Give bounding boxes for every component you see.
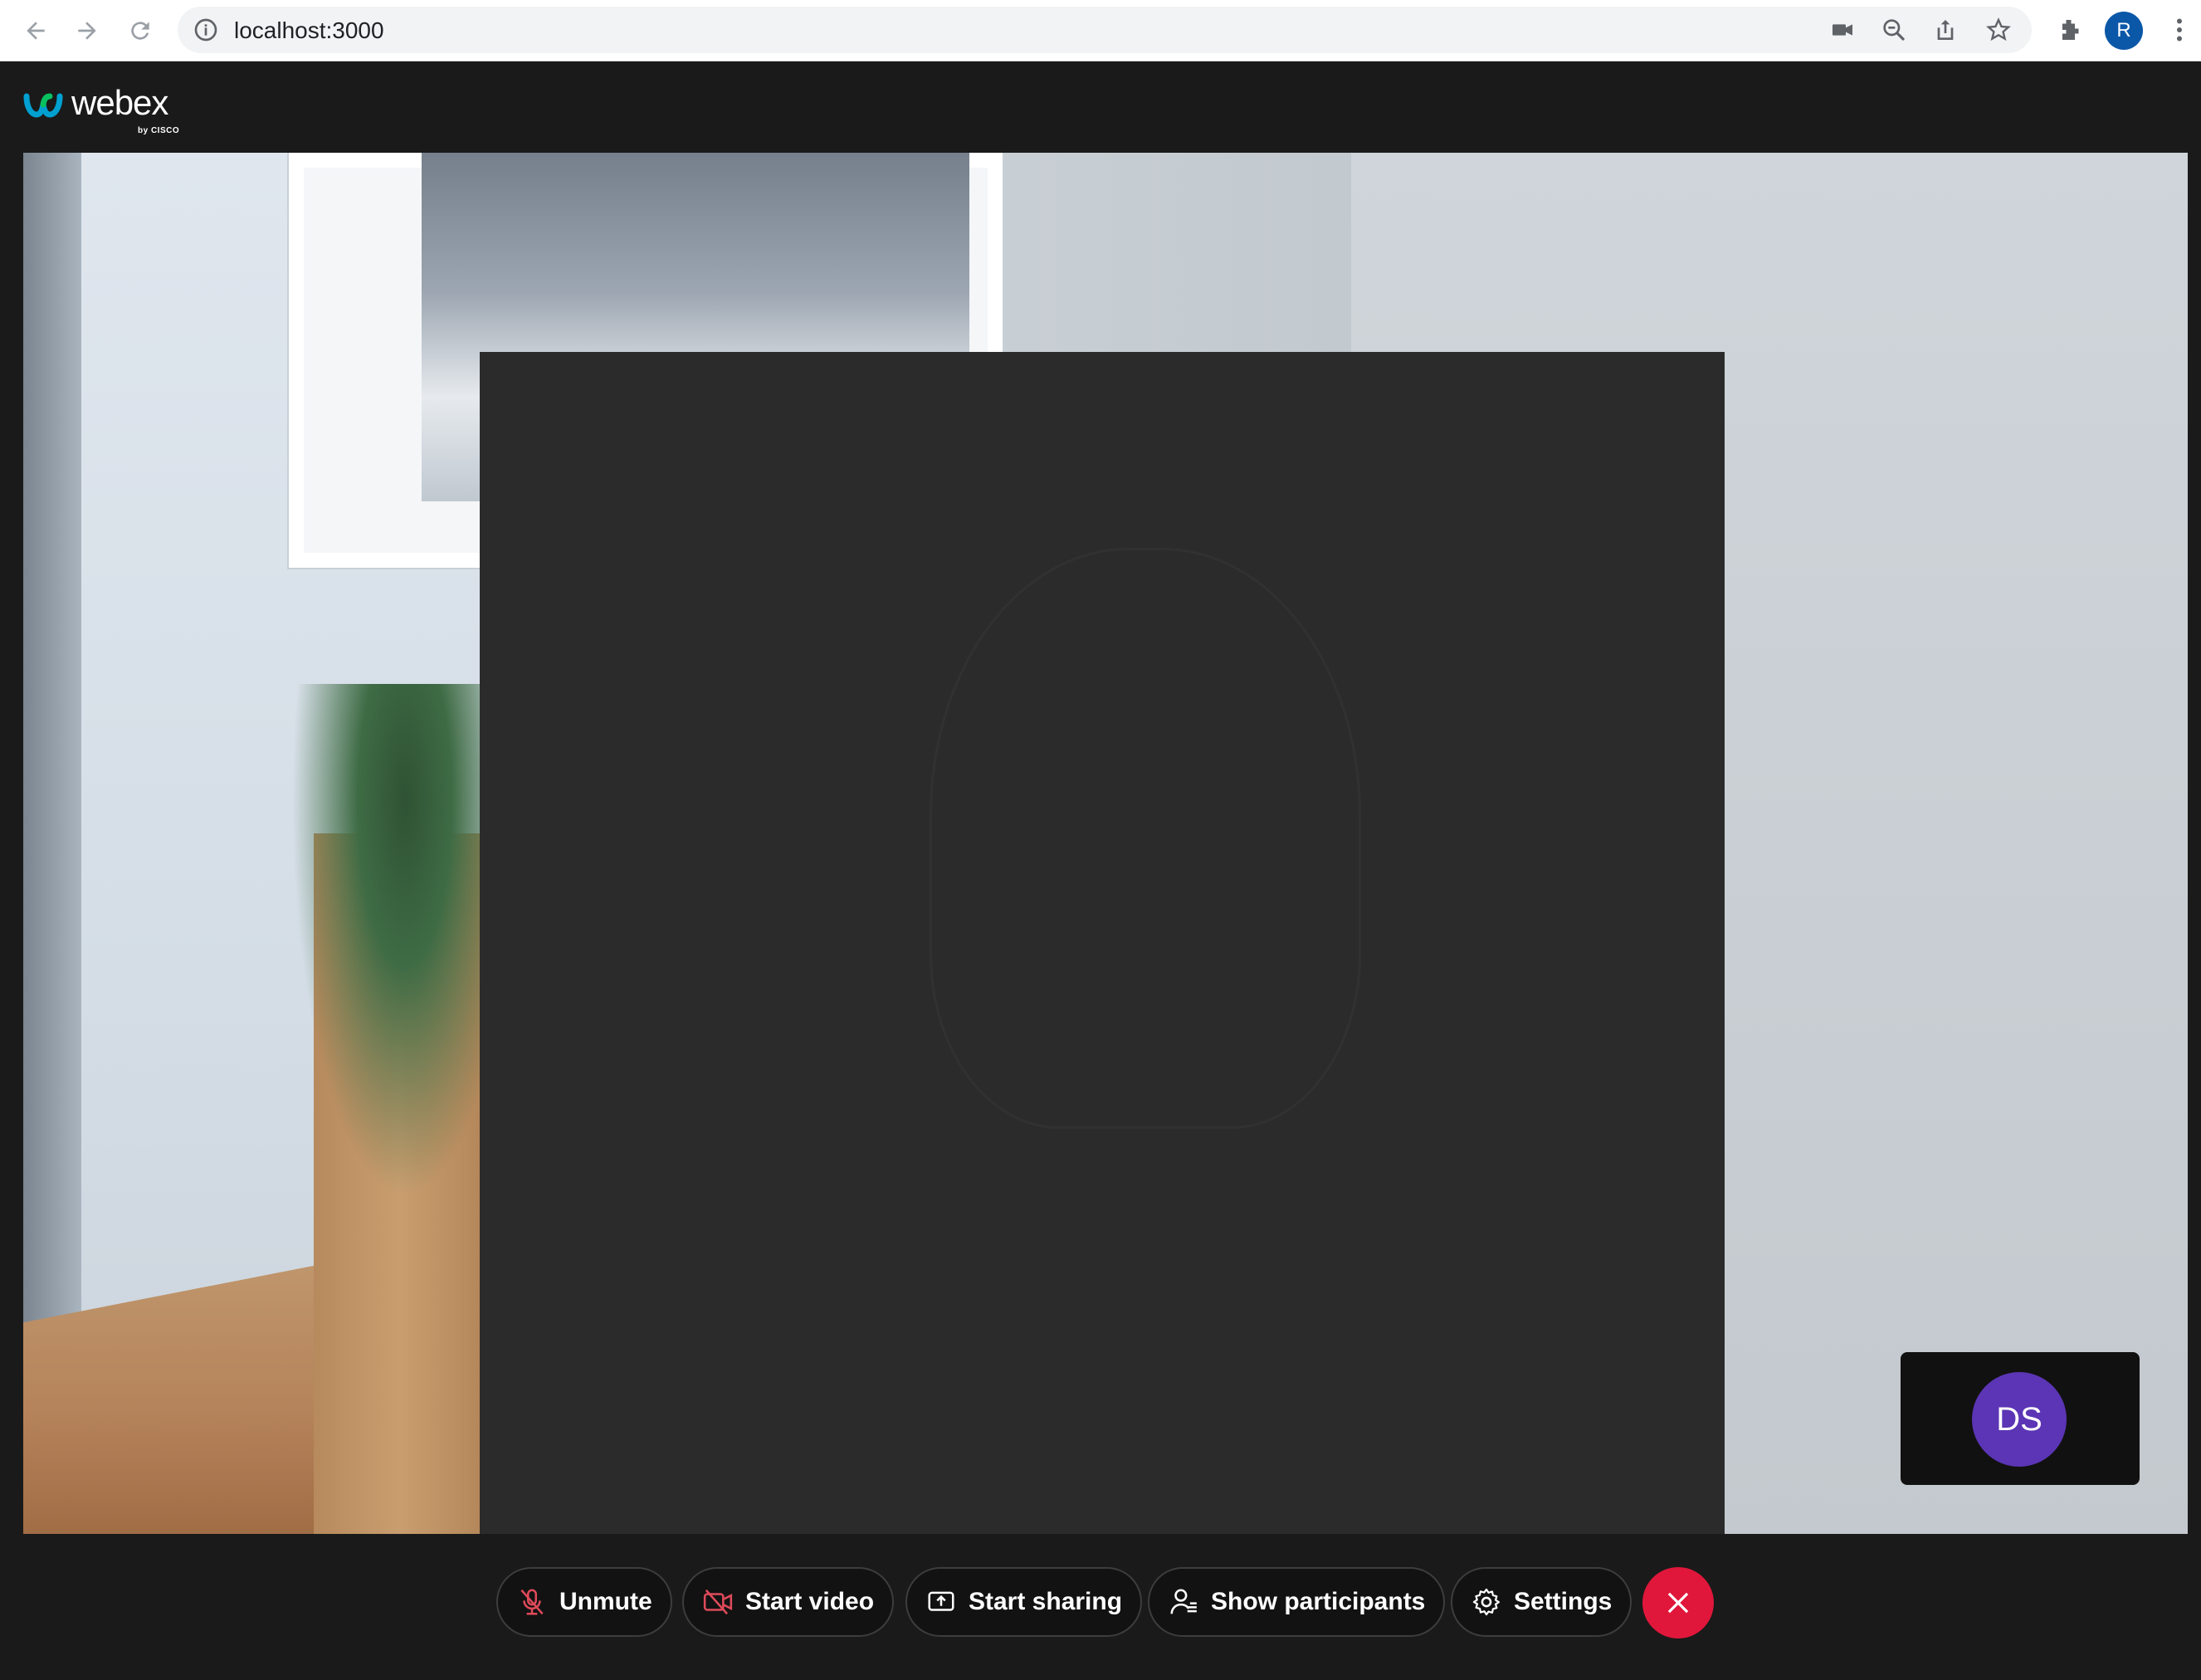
- url-text[interactable]: localhost:3000: [234, 17, 384, 44]
- brand-name: webex: [71, 83, 168, 122]
- share-icon[interactable]: [1932, 17, 1959, 43]
- self-avatar: DS: [1972, 1372, 2067, 1467]
- start-video-label: Start video: [745, 1588, 875, 1615]
- end-call-button[interactable]: [1642, 1567, 1714, 1638]
- app-header: webex by CISCO: [0, 61, 2201, 153]
- forward-button[interactable]: [68, 12, 106, 50]
- brand-subtitle: by CISCO: [138, 126, 180, 135]
- video-off-icon: [703, 1589, 733, 1615]
- settings-button[interactable]: Settings: [1451, 1567, 1632, 1637]
- webex-logo-icon: [23, 93, 63, 118]
- more-vert-icon[interactable]: [2164, 15, 2194, 45]
- extensions-icon[interactable]: [2055, 15, 2085, 45]
- reload-icon: [131, 22, 149, 40]
- reload-button[interactable]: [121, 12, 159, 50]
- start-video-button[interactable]: Start video: [682, 1567, 895, 1637]
- settings-label: Settings: [1514, 1588, 1613, 1615]
- profile-avatar[interactable]: R: [2105, 12, 2143, 50]
- star-icon[interactable]: [1985, 17, 2012, 43]
- show-participants-button[interactable]: Show participants: [1148, 1567, 1446, 1637]
- unmute-label: Unmute: [559, 1588, 652, 1615]
- close-icon: [1667, 1592, 1689, 1614]
- back-button[interactable]: [17, 12, 55, 50]
- start-sharing-button[interactable]: Start sharing: [905, 1567, 1143, 1637]
- forward-arrow-icon: [78, 22, 96, 40]
- camera-icon[interactable]: [1829, 17, 1856, 43]
- address-bar[interactable]: localhost:3000: [178, 7, 2032, 53]
- unmute-button[interactable]: Unmute: [496, 1567, 672, 1637]
- meeting-controls: Unmute Start video Start sharing Show pa…: [0, 1534, 2201, 1680]
- microphone-muted-icon: [520, 1589, 544, 1615]
- browser-toolbar: localhost:3000 R: [0, 0, 2201, 61]
- participant-silhouette: [930, 548, 1361, 1129]
- zoom-out-icon[interactable]: [1881, 17, 1907, 43]
- share-screen-icon: [928, 1591, 954, 1611]
- self-view-tile[interactable]: DS: [1901, 1352, 2140, 1485]
- show-participants-label: Show participants: [1211, 1588, 1426, 1615]
- start-sharing-label: Start sharing: [969, 1588, 1123, 1615]
- gear-icon: [1472, 1588, 1500, 1616]
- back-arrow-icon: [27, 22, 45, 40]
- participants-icon: [1170, 1589, 1197, 1614]
- info-icon[interactable]: [193, 17, 219, 43]
